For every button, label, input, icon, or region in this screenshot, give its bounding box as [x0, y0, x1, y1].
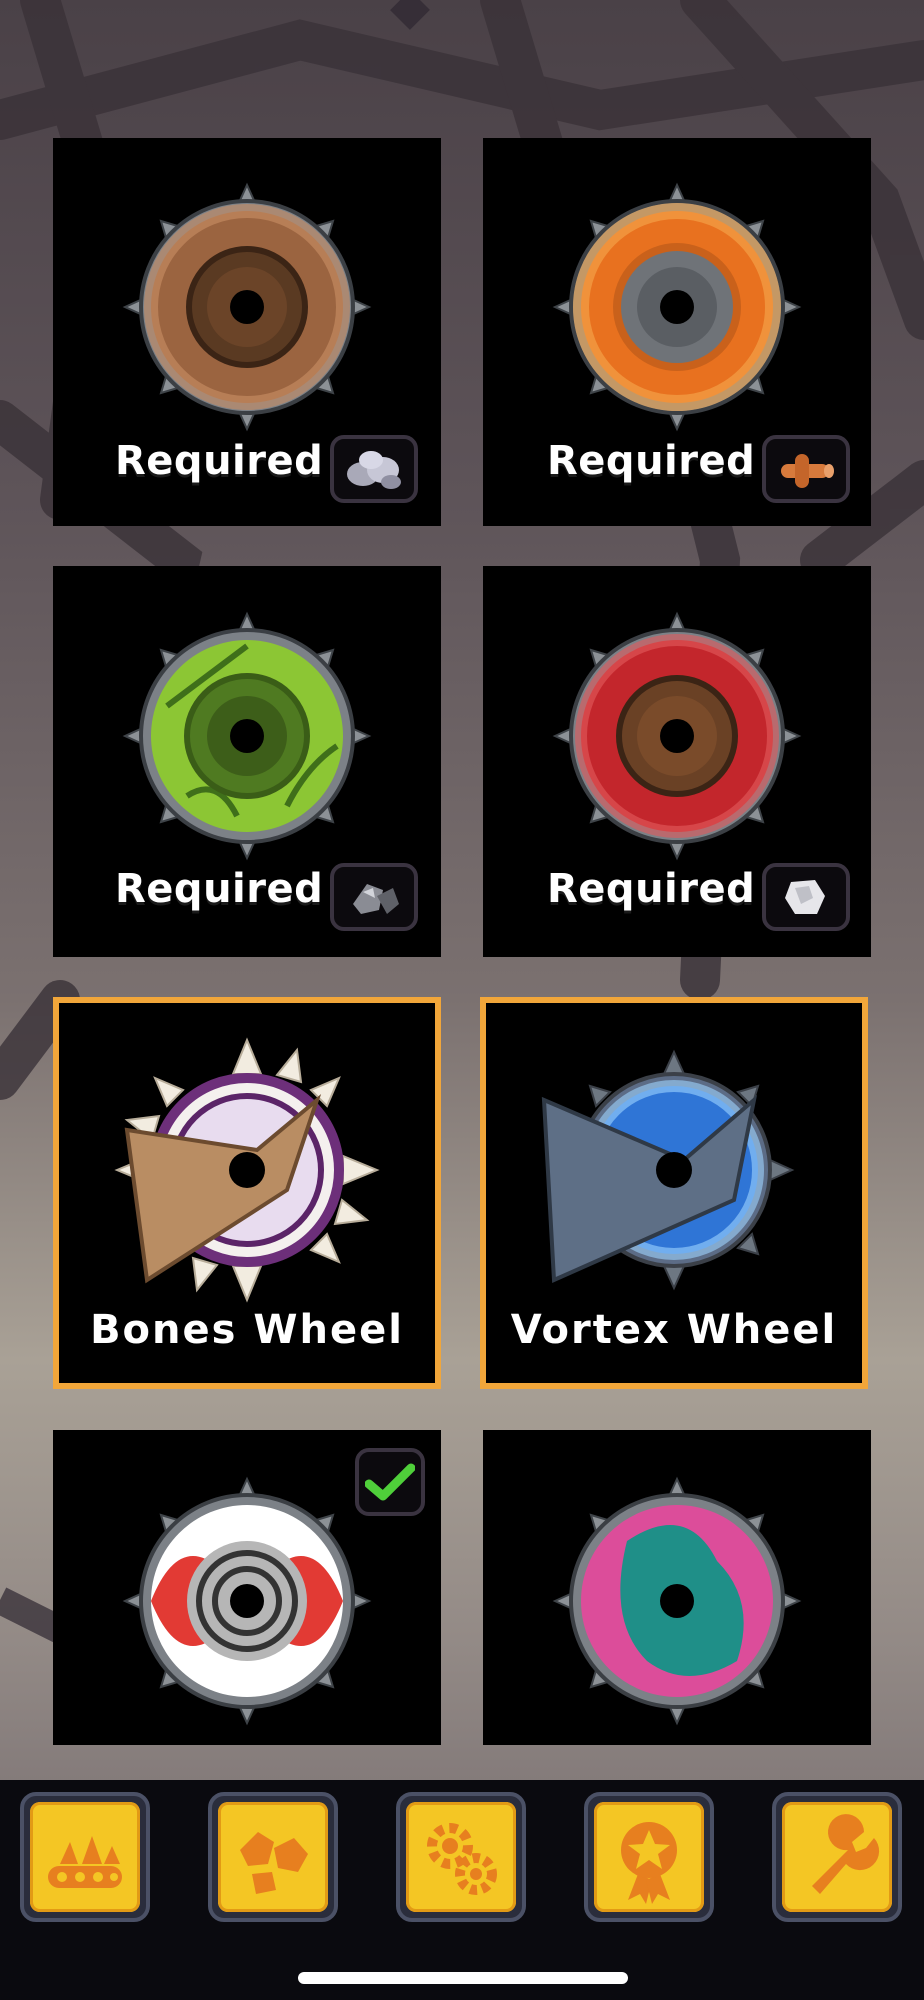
- vortex-wheel-icon: [541, 1049, 795, 1291]
- wheel-name: Vortex Wheel: [510, 1307, 838, 1353]
- wheel-name: Bones Wheel: [90, 1307, 404, 1353]
- wood-log-icon: [781, 454, 834, 488]
- wheel-card-green[interactable]: Required: [53, 566, 441, 957]
- wrench-icon: [812, 1814, 880, 1894]
- brown-wheel-icon: [122, 182, 372, 432]
- rock-chunk-icon: [785, 880, 825, 914]
- rocks-icon: [240, 1832, 308, 1894]
- checkmark-icon: [365, 1463, 415, 1501]
- tab-materials[interactable]: [208, 1792, 338, 1922]
- tab-vehicle[interactable]: [20, 1792, 150, 1922]
- tab-rewards[interactable]: [584, 1792, 714, 1922]
- resource-slot: [330, 863, 418, 931]
- candy-wheel-icon: [122, 1476, 372, 1726]
- home-indicator[interactable]: [298, 1972, 628, 1984]
- wheel-card-orange[interactable]: Required: [483, 138, 871, 526]
- gears-icon: [427, 1823, 497, 1895]
- wheel-card-bones[interactable]: Bones Wheel: [53, 997, 441, 1389]
- wheel-card-red[interactable]: Required: [483, 566, 871, 957]
- tab-parts[interactable]: [396, 1792, 526, 1922]
- resource-slot: [330, 435, 418, 503]
- green-wheel-icon: [122, 611, 372, 861]
- tab-workshop[interactable]: [772, 1792, 902, 1922]
- bones-wheel-icon: [114, 1037, 380, 1303]
- wheel-card-vortex[interactable]: Vortex Wheel: [480, 997, 868, 1389]
- resource-slot: [762, 863, 850, 931]
- star-medal-icon: [621, 1822, 677, 1904]
- red-wheel-icon: [552, 611, 802, 861]
- tank-icon: [48, 1836, 122, 1888]
- unicorn-wheel-icon: [552, 1476, 802, 1726]
- wheel-card-brown[interactable]: Required: [53, 138, 441, 526]
- required-label: Required: [547, 866, 756, 912]
- metal-ore-icon: [353, 884, 399, 914]
- stone-pile-icon: [347, 451, 401, 489]
- required-label: Required: [115, 438, 324, 484]
- bottom-tab-bar: [0, 1780, 924, 2000]
- resource-slot: [762, 435, 850, 503]
- wheel-card-unicorn[interactable]: [483, 1430, 871, 1745]
- required-label: Required: [547, 438, 756, 484]
- wheel-card-candy[interactable]: [53, 1430, 441, 1745]
- required-label: Required: [115, 866, 324, 912]
- orange-wheel-icon: [552, 182, 802, 432]
